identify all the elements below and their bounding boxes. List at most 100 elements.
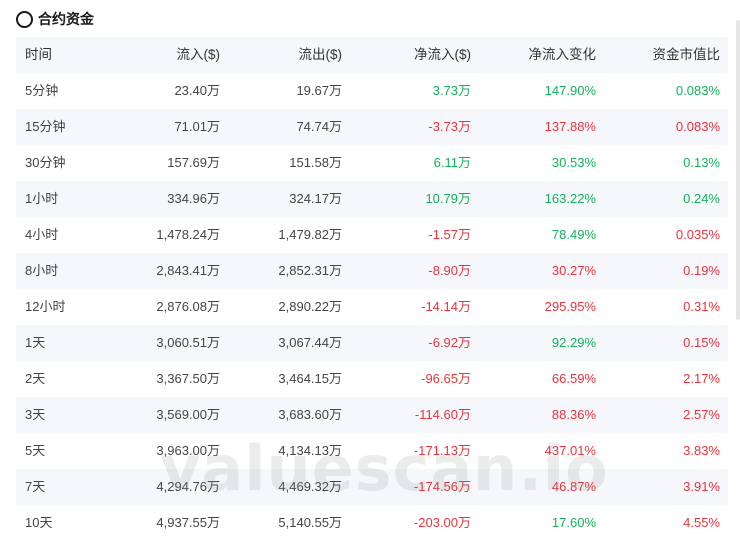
outflow-cell: 151.58万 bbox=[289, 155, 342, 170]
table-row[interactable]: 2天 3,367.50万 3,464.15万 -96.65万 66.59% 2.17% bbox=[16, 361, 728, 397]
net-inflow-cell: -114.60万 bbox=[414, 407, 471, 422]
inflow-cell: 2,843.41万 bbox=[156, 263, 220, 278]
net-change-cell: 92.29% bbox=[551, 335, 596, 350]
net-inflow-cell: -171.13万 bbox=[413, 443, 471, 458]
col-header-inflow[interactable]: 流入($) bbox=[177, 37, 221, 73]
outflow-cell: 4,469.32万 bbox=[278, 479, 342, 494]
net-change-cell: 163.22% bbox=[544, 191, 596, 206]
net-change-cell: 17.60% bbox=[551, 515, 596, 530]
section-header: 合约资金 bbox=[16, 7, 94, 31]
outflow-cell: 3,067.44万 bbox=[278, 335, 342, 350]
outflow-cell: 74.74万 bbox=[296, 119, 342, 134]
period-cell: 1天 bbox=[25, 335, 46, 350]
fund-ratio-cell: 2.57% bbox=[683, 407, 720, 422]
section-title: 合约资金 bbox=[38, 11, 94, 27]
outflow-cell: 3,683.60万 bbox=[278, 407, 342, 422]
table-row[interactable]: 10天 4,937.55万 5,140.55万 -203.00万 17.60% 4.55% bbox=[16, 505, 728, 541]
fund-ratio-cell: 4.55% bbox=[683, 515, 720, 530]
net-change-cell: 437.01% bbox=[544, 443, 596, 458]
inflow-cell: 4,294.76万 bbox=[156, 479, 220, 494]
fund-ratio-cell: 3.91% bbox=[683, 479, 720, 494]
fund-ratio-cell: 0.083% bbox=[675, 119, 720, 134]
table-row[interactable]: 4小时 1,478.24万 1,479.82万 -1.57万 78.49% 0.035% bbox=[16, 217, 728, 253]
table-header: 时间 流入($) 流出($) 净流入($) 净流入变化 资金市值比 bbox=[16, 37, 728, 73]
table-row[interactable]: 3天 3,569.00万 3,683.60万 -114.60万 88.36% 2.57% bbox=[16, 397, 728, 433]
period-cell: 15分钟 bbox=[25, 119, 66, 134]
fund-ratio-cell: 3.83% bbox=[683, 443, 720, 458]
outflow-cell: 19.67万 bbox=[296, 83, 342, 98]
net-change-cell: 137.88% bbox=[544, 119, 596, 134]
outflow-cell: 4,134.13万 bbox=[278, 443, 342, 458]
inflow-cell: 3,367.50万 bbox=[156, 371, 220, 386]
period-cell: 10天 bbox=[25, 515, 53, 530]
table-row[interactable]: 15分钟 71.01万 74.74万 -3.73万 137.88% 0.083% bbox=[16, 109, 728, 145]
period-cell: 8小时 bbox=[25, 263, 59, 278]
net-change-cell: 30.27% bbox=[551, 263, 596, 278]
outflow-cell: 324.17万 bbox=[289, 191, 342, 206]
net-change-cell: 88.36% bbox=[551, 407, 596, 422]
period-cell: 30分钟 bbox=[25, 155, 66, 170]
col-header-period[interactable]: 时间 bbox=[25, 37, 52, 73]
net-change-cell: 78.49% bbox=[551, 227, 596, 242]
net-change-cell: 295.95% bbox=[544, 299, 596, 314]
outflow-cell: 1,479.82万 bbox=[278, 227, 342, 242]
table-row[interactable]: 5天 3,963.00万 4,134.13万 -171.13万 437.01% 3.83% bbox=[16, 433, 728, 469]
fund-ratio-cell: 0.13% bbox=[683, 155, 720, 170]
net-inflow-cell: 6.11万 bbox=[433, 155, 471, 170]
net-change-cell: 147.90% bbox=[544, 83, 596, 98]
net-inflow-cell: -8.90万 bbox=[428, 263, 471, 278]
col-header-net-inflow[interactable]: 净流入($) bbox=[414, 37, 471, 73]
inflow-cell: 23.40万 bbox=[174, 83, 220, 98]
table-row[interactable]: 12小时 2,876.08万 2,890.22万 -14.14万 295.95% 0.31… bbox=[16, 289, 728, 325]
outflow-cell: 2,852.31万 bbox=[278, 263, 342, 278]
net-change-cell: 30.53% bbox=[551, 155, 596, 170]
fund-ratio-cell: 0.24% bbox=[683, 191, 720, 206]
net-inflow-cell: -1.57万 bbox=[428, 227, 471, 242]
fund-ratio-cell: 2.17% bbox=[683, 371, 720, 386]
outflow-cell: 2,890.22万 bbox=[278, 299, 342, 314]
period-cell: 3天 bbox=[25, 407, 46, 422]
net-inflow-cell: -3.73万 bbox=[428, 119, 471, 134]
table-row[interactable]: 7天 4,294.76万 4,469.32万 -174.56万 46.87% 3.91% bbox=[16, 469, 728, 505]
outflow-cell: 5,140.55万 bbox=[278, 515, 342, 530]
period-cell: 5分钟 bbox=[25, 83, 59, 98]
net-change-cell: 46.87% bbox=[551, 479, 596, 494]
inflow-cell: 71.01万 bbox=[174, 119, 220, 134]
period-cell: 12小时 bbox=[25, 299, 66, 314]
net-inflow-cell: -14.14万 bbox=[421, 299, 471, 314]
net-inflow-cell: 10.79万 bbox=[425, 191, 471, 206]
period-cell: 4小时 bbox=[25, 227, 59, 242]
period-cell: 2天 bbox=[25, 371, 46, 386]
inflow-cell: 1,478.24万 bbox=[156, 227, 220, 242]
circle-swirl-icon bbox=[16, 10, 33, 28]
inflow-cell: 157.69万 bbox=[167, 155, 220, 170]
net-inflow-cell: -203.00万 bbox=[413, 515, 471, 530]
fund-ratio-cell: 0.15% bbox=[683, 335, 720, 350]
table-row[interactable]: 1天 3,060.51万 3,067.44万 -6.92万 92.29% 0.15% bbox=[16, 325, 728, 361]
inflow-cell: 2,876.08万 bbox=[156, 299, 220, 314]
period-cell: 1小时 bbox=[25, 191, 59, 206]
col-header-net-change[interactable]: 净流入变化 bbox=[529, 37, 597, 73]
inflow-cell: 3,060.51万 bbox=[156, 335, 220, 350]
col-header-outflow[interactable]: 流出($) bbox=[299, 37, 343, 73]
fund-ratio-cell: 0.035% bbox=[675, 227, 720, 242]
table-row[interactable]: 8小时 2,843.41万 2,852.31万 -8.90万 30.27% 0.19% bbox=[16, 253, 728, 289]
fund-flow-table: 时间 流入($) 流出($) 净流入($) 净流入变化 资金市值比 5分钟 23.… bbox=[16, 37, 728, 541]
table-row[interactable]: 30分钟 157.69万 151.58万 6.11万 30.53% 0.13% bbox=[16, 145, 728, 181]
inflow-cell: 334.96万 bbox=[167, 191, 220, 206]
period-cell: 7天 bbox=[25, 479, 46, 494]
fund-ratio-cell: 0.083% bbox=[675, 83, 720, 98]
net-inflow-cell: -6.92万 bbox=[428, 335, 471, 350]
fund-ratio-cell: 0.19% bbox=[683, 263, 720, 278]
net-inflow-cell: -174.56万 bbox=[413, 479, 471, 494]
net-inflow-cell: -96.65万 bbox=[421, 371, 471, 386]
period-cell: 5天 bbox=[25, 443, 46, 458]
net-inflow-cell: 3.73万 bbox=[432, 83, 471, 98]
inflow-cell: 3,963.00万 bbox=[156, 443, 220, 458]
outflow-cell: 3,464.15万 bbox=[278, 371, 342, 386]
net-change-cell: 66.59% bbox=[551, 371, 596, 386]
col-header-fund-ratio[interactable]: 资金市值比 bbox=[653, 37, 721, 73]
table-row[interactable]: 1小时 334.96万 324.17万 10.79万 163.22% 0.24% bbox=[16, 181, 728, 217]
scrollbar[interactable] bbox=[736, 20, 740, 320]
table-row[interactable]: 5分钟 23.40万 19.67万 3.73万 147.90% 0.083% bbox=[16, 73, 728, 109]
